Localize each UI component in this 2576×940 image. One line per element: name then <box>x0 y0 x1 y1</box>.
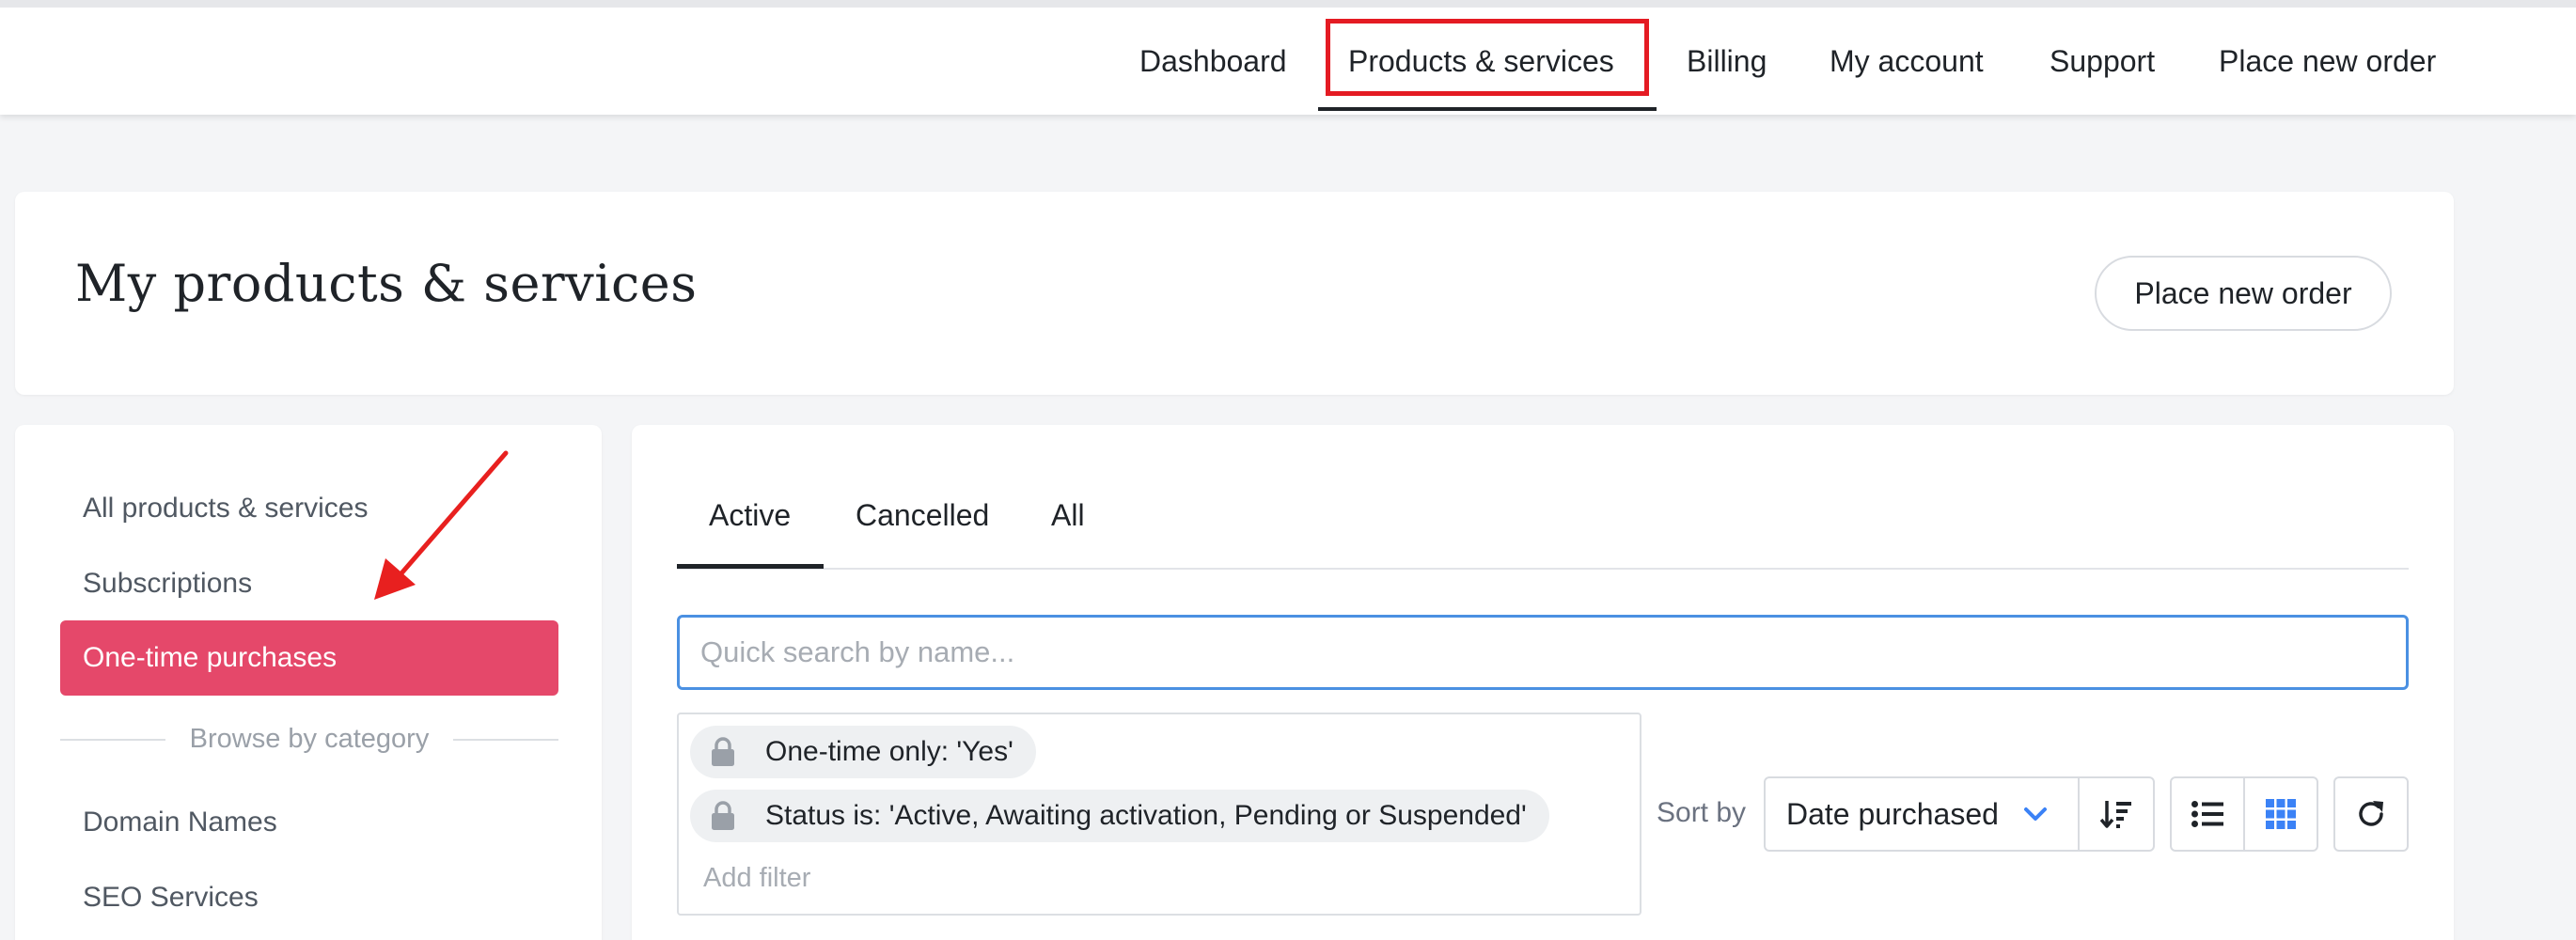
sort-order-button[interactable] <box>2078 776 2155 852</box>
sidebar-item-subscriptions[interactable]: Subscriptions <box>83 568 252 600</box>
sidebar-category-seo-services[interactable]: SEO Services <box>83 882 259 914</box>
nav-active-indicator <box>1318 107 1657 111</box>
sort-by-select[interactable]: Date purchased <box>1764 776 2080 852</box>
tab-active[interactable]: Active <box>709 498 791 533</box>
sort-by-selected-value: Date purchased <box>1786 796 1999 831</box>
filter-chip[interactable]: One-time only: 'Yes' <box>690 726 1036 778</box>
annotation-highlight-box <box>1326 19 1649 96</box>
lock-icon <box>712 801 734 830</box>
grid-view-icon <box>2266 799 2296 829</box>
nav-support[interactable]: Support <box>2050 8 2155 115</box>
chevron-down-icon <box>2024 807 2047 821</box>
sidebar-item-label: One-time purchases <box>83 642 338 673</box>
nav-my-account[interactable]: My account <box>1830 8 1984 115</box>
add-filter-input[interactable]: Add filter <box>703 863 810 894</box>
search-input[interactable] <box>677 615 2409 690</box>
active-tab-indicator <box>677 564 824 569</box>
list-view-icon <box>2191 801 2223 827</box>
nav-place-new-order[interactable]: Place new order <box>2219 8 2436 115</box>
refresh-button[interactable] <box>2333 776 2409 852</box>
tabs-divider <box>677 568 2409 570</box>
top-navigation: Dashboard Products & services Billing My… <box>0 0 2576 115</box>
filter-chip-label: Status is: 'Active, Awaiting activation,… <box>765 800 1527 831</box>
sort-order-icon <box>2100 801 2131 828</box>
page-title: My products & services <box>75 254 698 313</box>
annotation-arrow <box>374 450 509 600</box>
nav-dashboard[interactable]: Dashboard <box>1139 8 1287 115</box>
list-view-button[interactable] <box>2170 776 2245 852</box>
filter-box[interactable]: One-time only: 'Yes' Status is: 'Active,… <box>677 713 1641 916</box>
sort-by-label: Sort by <box>1657 797 1747 828</box>
sidebar-category-domain-names[interactable]: Domain Names <box>83 807 277 838</box>
lock-icon <box>712 737 734 766</box>
sidebar-item-one-time-purchases[interactable]: One-time purchases <box>60 620 558 696</box>
place-new-order-button[interactable]: Place new order <box>2095 256 2392 331</box>
sidebar-item-all-products[interactable]: All products & services <box>83 493 368 525</box>
tab-all[interactable]: All <box>1051 498 1085 533</box>
filter-chip-label: One-time only: 'Yes' <box>765 736 1013 767</box>
tab-cancelled[interactable]: Cancelled <box>856 498 989 533</box>
nav-billing[interactable]: Billing <box>1687 8 1767 115</box>
browse-by-category-heading: Browse by category <box>189 724 430 754</box>
grid-view-button[interactable] <box>2243 776 2318 852</box>
filter-chip[interactable]: Status is: 'Active, Awaiting activation,… <box>690 790 1549 842</box>
refresh-icon <box>2359 801 2383 826</box>
